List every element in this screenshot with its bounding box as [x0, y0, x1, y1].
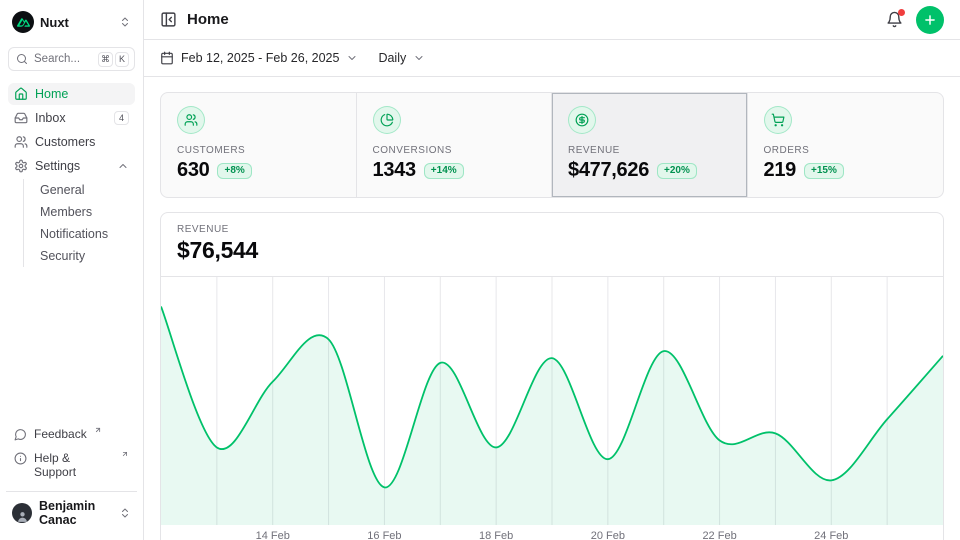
- sidebar-item-general[interactable]: General: [24, 179, 135, 201]
- sidebar-item-members[interactable]: Members: [24, 201, 135, 223]
- kbd-meta: ⌘: [98, 52, 113, 67]
- sidebar-item-label: Customers: [35, 135, 95, 149]
- help-support-link[interactable]: Help & Support: [8, 447, 135, 483]
- users-icon: [14, 135, 28, 149]
- x-axis-label: 22 Feb: [702, 530, 736, 540]
- footer-link-label: Feedback: [34, 427, 87, 441]
- stat-value: 1343: [373, 159, 416, 182]
- x-axis-label: 16 Feb: [367, 530, 401, 540]
- sidebar-item-customers[interactable]: Customers: [8, 131, 135, 153]
- chevron-down-icon: [413, 52, 425, 64]
- sidebar-divider: [6, 491, 137, 492]
- inbox-icon: [14, 111, 28, 125]
- chevron-down-icon: [346, 52, 358, 64]
- stat-delta-badge: +8%: [217, 163, 251, 179]
- user-menu[interactable]: Benjamin Canac: [8, 494, 135, 532]
- x-axis-label: 18 Feb: [479, 530, 513, 540]
- search-input[interactable]: Search... ⌘ K: [8, 47, 135, 71]
- notification-dot: [898, 9, 905, 16]
- shopping-cart-icon: [764, 106, 792, 134]
- sidebar-item-settings[interactable]: Settings: [8, 155, 135, 177]
- sidebar-item-home[interactable]: Home: [8, 83, 135, 105]
- x-axis-label: 14 Feb: [256, 530, 290, 540]
- chart-title: REVENUE: [177, 224, 927, 235]
- user-name: Benjamin Canac: [39, 499, 112, 527]
- main-area: Home Feb 12, 2025 - Feb 26, 2025 Daily: [144, 0, 960, 540]
- sidebar-item-label: Inbox: [35, 111, 66, 125]
- sidebar-item-inbox[interactable]: Inbox 4: [8, 107, 135, 129]
- revenue-chart-card: REVENUE $76,544 14 Feb 16 Feb 18 Feb 20 Feb…: [160, 212, 944, 540]
- stat-value: 630: [177, 159, 209, 182]
- sidebar-item-label: Home: [35, 87, 68, 101]
- stat-label: REVENUE: [568, 145, 731, 156]
- info-circle-icon: [14, 452, 27, 465]
- stat-conversions[interactable]: CONVERSIONS 1343 +14%: [357, 93, 553, 197]
- stat-value: 219: [764, 159, 796, 182]
- message-bubble-icon: [14, 428, 27, 441]
- x-axis-label: 20 Feb: [591, 530, 625, 540]
- sidebar-spacer: [8, 267, 135, 423]
- settings-subnav: General Members Notifications Security: [23, 179, 135, 267]
- page-title: Home: [187, 11, 229, 28]
- chart-x-axis: 14 Feb 16 Feb 18 Feb 20 Feb 22 Feb 24 Feb: [161, 525, 943, 540]
- search-shortcut: ⌘ K: [98, 52, 129, 67]
- date-range-picker[interactable]: Feb 12, 2025 - Feb 26, 2025: [160, 51, 358, 65]
- notifications-button[interactable]: [886, 11, 903, 28]
- workspace-switcher[interactable]: Nuxt: [8, 8, 135, 36]
- panel-left-close-icon: [160, 11, 177, 28]
- chevrons-up-down-icon: [119, 507, 131, 519]
- sidebar-nav: Home Inbox 4 Customers Settings General …: [8, 83, 135, 267]
- footer-link-label: Help & Support: [34, 451, 114, 479]
- inbox-count-badge: 4: [114, 111, 129, 125]
- chart-current-value: $76,544: [177, 237, 927, 264]
- search-icon: [16, 53, 28, 65]
- chevron-up-icon: [117, 160, 129, 172]
- x-axis-label: 24 Feb: [814, 530, 848, 540]
- circle-dollar-icon: [568, 106, 596, 134]
- stat-revenue[interactable]: REVENUE $477,626 +20%: [552, 93, 748, 197]
- stat-label: ORDERS: [764, 145, 928, 156]
- nuxt-logo-icon: [12, 11, 34, 33]
- sidebar-item-notifications[interactable]: Notifications: [24, 223, 135, 245]
- sidebar-collapse-button[interactable]: [160, 11, 177, 28]
- stats-row: CUSTOMERS 630 +8% CONVERSIONS 1343 +14%: [160, 92, 944, 198]
- gear-icon: [14, 159, 28, 173]
- stat-delta-badge: +20%: [657, 163, 697, 179]
- add-button[interactable]: [916, 6, 944, 34]
- sidebar-footer-links: Feedback Help & Support: [8, 423, 135, 483]
- stat-customers[interactable]: CUSTOMERS 630 +8%: [161, 93, 357, 197]
- chart-header: REVENUE $76,544: [161, 213, 943, 277]
- dashboard-content: CUSTOMERS 630 +8% CONVERSIONS 1343 +14%: [144, 77, 960, 540]
- stat-delta-badge: +14%: [424, 163, 464, 179]
- stat-label: CONVERSIONS: [373, 145, 536, 156]
- calendar-icon: [160, 51, 174, 65]
- sidebar-item-label: Settings: [35, 159, 80, 173]
- feedback-link[interactable]: Feedback: [8, 423, 135, 445]
- filters-toolbar: Feb 12, 2025 - Feb 26, 2025 Daily: [144, 40, 960, 77]
- date-range-value: Feb 12, 2025 - Feb 26, 2025: [181, 51, 339, 65]
- search-placeholder: Search...: [34, 53, 80, 65]
- external-link-icon: [94, 426, 102, 434]
- kbd-k: K: [115, 52, 129, 67]
- home-icon: [14, 87, 28, 101]
- stat-delta-badge: +15%: [804, 163, 844, 179]
- users-icon: [177, 106, 205, 134]
- header-actions: [886, 6, 944, 34]
- workspace-name: Nuxt: [40, 15, 69, 30]
- plus-icon: [923, 13, 937, 27]
- chart-pie-icon: [373, 106, 401, 134]
- revenue-area-chart[interactable]: [161, 277, 943, 525]
- stat-orders[interactable]: ORDERS 219 +15%: [748, 93, 944, 197]
- sidebar: Nuxt Search... ⌘ K Home Inbox 4 Customer…: [0, 0, 144, 540]
- stat-value: $477,626: [568, 159, 649, 182]
- external-link-icon: [121, 450, 129, 458]
- period-select[interactable]: Daily: [378, 51, 425, 65]
- avatar: [12, 503, 32, 523]
- stat-label: CUSTOMERS: [177, 145, 340, 156]
- period-value: Daily: [378, 51, 406, 65]
- chevrons-up-down-icon: [119, 16, 131, 28]
- page-header: Home: [144, 0, 960, 40]
- sidebar-item-security[interactable]: Security: [24, 245, 135, 267]
